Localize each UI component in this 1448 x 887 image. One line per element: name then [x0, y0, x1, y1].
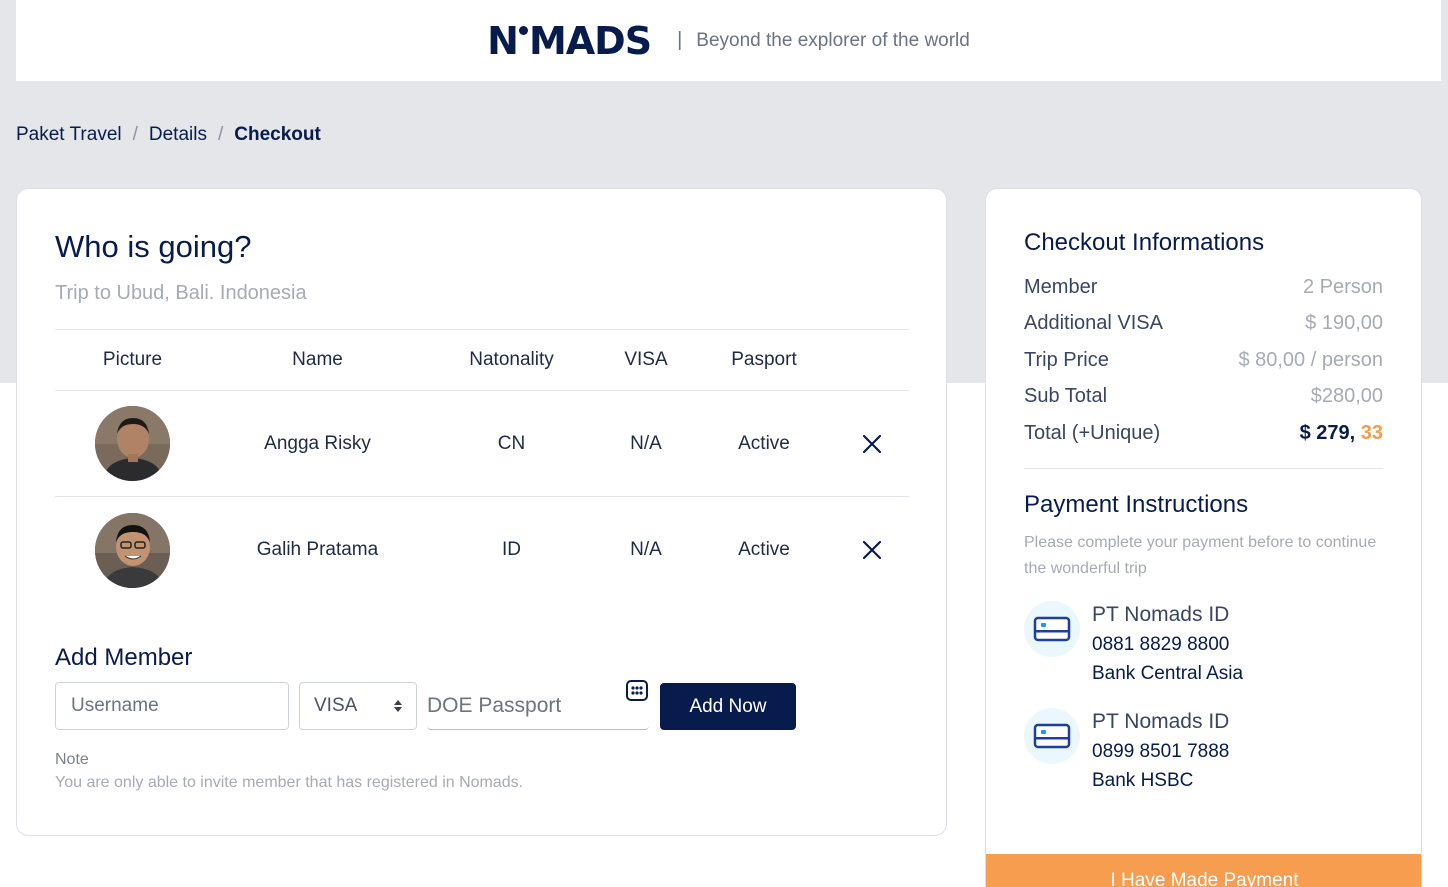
username-input[interactable]: [55, 682, 289, 730]
bank-item: PT Nomads ID 0881 8829 8800 Bank Central…: [1024, 601, 1374, 691]
info-row-sub-total: Sub Total $280,00: [1024, 379, 1383, 416]
cell-visa: N/A: [630, 539, 662, 560]
breadcrumb-separator: /: [132, 124, 138, 145]
breadcrumb-item-details[interactable]: Details: [149, 124, 207, 146]
info-value: 2 Person: [1302, 275, 1383, 298]
select-arrows-icon: [394, 700, 402, 712]
cell-picture: [55, 406, 210, 481]
info-label: Total (+Unique): [1024, 421, 1161, 444]
payment-description: Please complete your payment before to c…: [1024, 534, 1377, 577]
divider: [1024, 468, 1383, 469]
info-row-additional-visa: Additional VISA $ 190,00: [1024, 306, 1383, 343]
bank-account-name: PT Nomads ID: [1092, 603, 1230, 626]
total-main: $ 279,: [1299, 421, 1356, 444]
add-now-button[interactable]: Add Now: [660, 683, 796, 730]
logo-word: MADS: [528, 18, 652, 63]
close-icon[interactable]: [861, 433, 883, 455]
members-table: Picture Name Natonality VISA Pasport Ang…: [55, 329, 909, 603]
checkout-info-list: Member 2 Person Additional VISA $ 190,00…: [1024, 269, 1383, 452]
column-header-visa: VISA: [624, 349, 668, 370]
logo-letter: N: [487, 18, 519, 63]
bank-account-name: PT Nomads ID: [1092, 710, 1230, 733]
doe-passport-placeholder: DOE Passport: [427, 693, 562, 717]
column-header-nationality: Natonality: [469, 349, 554, 370]
made-payment-button[interactable]: I Have Made Payment: [986, 854, 1421, 887]
info-label: Sub Total: [1024, 385, 1108, 408]
section-title: Who is going?: [55, 229, 252, 264]
table-row: Angga Risky CN N/A Active: [55, 391, 909, 497]
cell-nationality: ID: [502, 539, 521, 560]
column-header-name: Name: [292, 349, 343, 370]
breadcrumb-item-checkout: Checkout: [234, 124, 321, 145]
total-unique-cents: 33: [1355, 421, 1383, 444]
tagline: Beyond the explorer of the world: [696, 29, 970, 51]
checkout-title: Checkout Informations: [1024, 229, 1265, 256]
tagline-group: | Beyond the explorer of the world: [677, 29, 970, 52]
breadcrumb-item-paket-travel[interactable]: Paket Travel: [16, 124, 122, 146]
doe-passport-input[interactable]: DOE Passport: [427, 682, 649, 730]
info-label: Trip Price: [1024, 348, 1109, 371]
close-icon[interactable]: [861, 539, 883, 561]
avatar: [95, 512, 170, 588]
info-value: $ 190,00: [1305, 312, 1383, 335]
checkout-info-card: Checkout Informations Member 2 Person Ad…: [985, 188, 1422, 887]
visa-select[interactable]: VISA: [299, 682, 417, 730]
add-member-form: VISA DOE Passport Add Now: [55, 680, 815, 732]
tagline-separator: |: [677, 29, 683, 51]
info-row-total: Total (+Unique) $ 279, 33: [1024, 415, 1383, 452]
who-is-going-card: Who is going? Trip to Ubud, Bali. Indone…: [16, 188, 947, 836]
site-header: N MADS | Beyond the explorer of the world: [16, 0, 1441, 81]
note-label: Note: [55, 751, 89, 768]
cell-name: Angga Risky: [264, 432, 371, 454]
cell-visa: N/A: [630, 432, 662, 454]
calendar-icon[interactable]: [625, 678, 649, 702]
info-row-member: Member 2 Person: [1024, 269, 1383, 306]
info-label: Member: [1024, 275, 1098, 298]
avatar-photo: [95, 512, 170, 588]
avatar: [95, 406, 170, 481]
bank-name: Bank HSBC: [1092, 770, 1194, 791]
cell-actions: [834, 539, 909, 561]
avatar-photo: [95, 406, 170, 481]
note-text: You are only able to invite member that …: [55, 774, 524, 791]
info-value: $ 80,00 / person: [1238, 348, 1383, 371]
breadcrumb-separator: /: [217, 124, 224, 145]
visa-select-value: VISA: [314, 695, 358, 716]
bank-item: PT Nomads ID 0899 8501 7888 Bank HSBC: [1024, 708, 1374, 798]
table-header: Picture Name Natonality VISA Pasport: [55, 329, 909, 391]
column-header-picture: Picture: [102, 349, 163, 370]
table-row: Galih Pratama ID N/A Active: [55, 497, 909, 603]
bank-card-icon: [1024, 708, 1080, 764]
bank-account-number: 0881 8829 8800: [1092, 634, 1230, 655]
cell-passport: Active: [738, 539, 790, 560]
info-label: Additional VISA: [1024, 312, 1163, 335]
bank-account-number: 0899 8501 7888: [1092, 741, 1230, 762]
add-member-title: Add Member: [55, 644, 193, 671]
info-value: $280,00: [1310, 385, 1383, 408]
cell-passport: Active: [738, 432, 790, 454]
bank-card-icon: [1024, 601, 1080, 657]
cell-picture: [55, 512, 210, 588]
column-header-passport: Pasport: [731, 349, 797, 370]
nomads-logo[interactable]: N MADS: [487, 18, 652, 63]
cell-actions: [834, 433, 909, 455]
cell-name: Galih Pratama: [256, 539, 379, 560]
logo-dot: [518, 26, 528, 35]
trip-subtitle: Trip to Ubud, Bali. Indonesia: [55, 282, 307, 304]
total-value: $ 279, 33: [1300, 422, 1383, 445]
payment-title: Payment Instructions: [1024, 491, 1249, 518]
bank-name: Bank Central Asia: [1092, 663, 1244, 684]
breadcrumb: Paket Travel / Details / Checkout: [16, 124, 321, 146]
cell-nationality: CN: [497, 432, 526, 454]
info-row-trip-price: Trip Price $ 80,00 / person: [1024, 342, 1383, 379]
